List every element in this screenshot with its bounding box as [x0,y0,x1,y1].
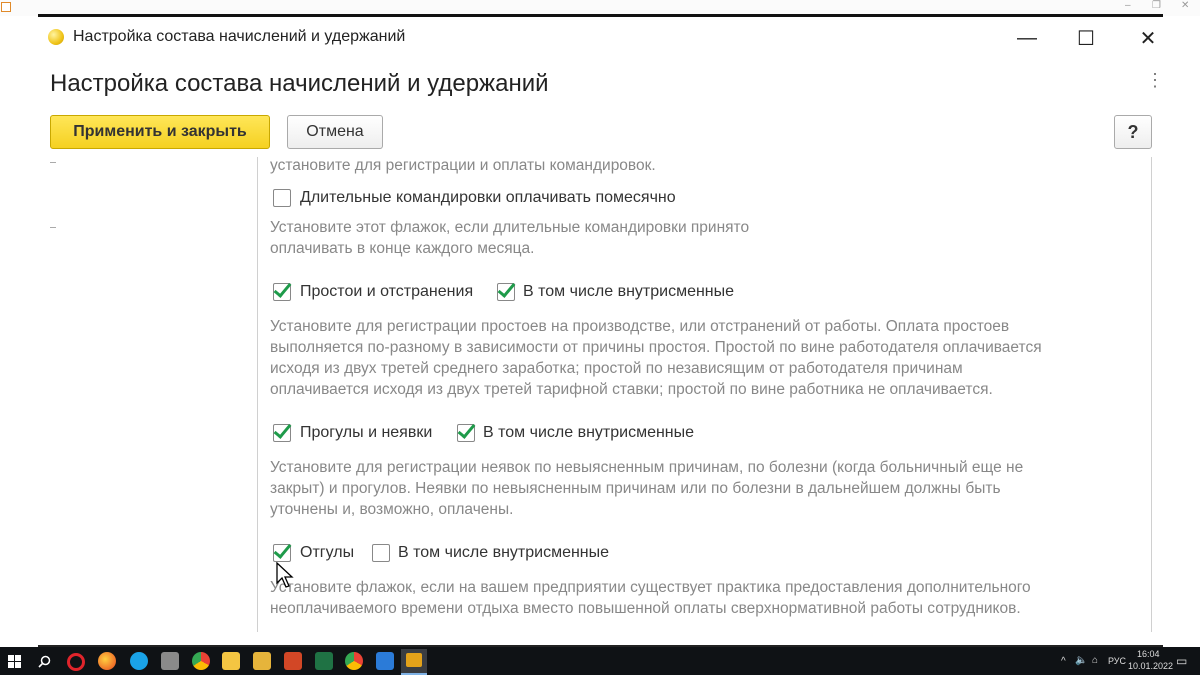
outer-restore-icon[interactable]: ❐ [1152,0,1161,11]
1c-logo-icon [48,29,64,45]
absences-description-line: уточнены и, возможно, оплачены. [270,501,514,518]
powerpoint-icon[interactable] [284,652,302,670]
form-title: Настройка состава начислений и удержаний [50,70,549,97]
downtime-intrashift-label[interactable]: В том числе внутрисменные [523,283,734,301]
network-icon[interactable]: ⌂ [1092,655,1098,666]
long-trips-description-line: Установите этот флажок, если длительные … [270,219,750,236]
mouse-cursor-icon [276,562,294,588]
notifications-icon[interactable]: ▭ [1176,654,1187,668]
folder-icon[interactable] [253,652,271,670]
panel-divider-left [257,157,258,632]
cancel-button[interactable]: Отмена [287,115,383,149]
apply-and-close-button[interactable]: Применить и закрыть [50,115,270,149]
downtime-description-line: выполняется по-разному в зависимости от … [270,339,1042,356]
more-menu-icon[interactable]: ⋮ [1146,71,1164,96]
nav-marker [50,227,56,228]
time-off-checkbox[interactable] [273,544,291,562]
chrome-icon[interactable] [192,652,210,670]
windows-taskbar: ^ 🔈 ⌂ РУС 16:04 10.01.2022 ▭ [0,647,1200,675]
long-trips-description-line: оплачивать в конце каждого месяца. [270,240,535,257]
absences-label[interactable]: Прогулы и неявки [300,424,432,442]
downtime-label[interactable]: Простои и отстранения [300,283,473,301]
downtime-checkbox[interactable] [273,283,291,301]
downtime-description-line: исходя из двух третей среднего заработка… [270,360,963,377]
downtime-intrashift-checkbox[interactable] [497,283,515,301]
app-icon-blue[interactable] [376,652,394,670]
clock-time[interactable]: 16:04 [1137,649,1160,659]
absences-intrashift-label[interactable]: В том числе внутрисменные [483,424,694,442]
absences-checkbox[interactable] [273,424,291,442]
time-off-label[interactable]: Отгулы [300,544,354,562]
chrome-icon-2[interactable] [345,652,363,670]
downtime-description-line: оплачивается исходя из двух третей тариф… [270,381,993,398]
tray-chevron-icon[interactable]: ^ [1061,656,1066,667]
time-off-description-line: Установите флажок, если на вашем предпри… [270,579,1031,596]
window-title: Настройка состава начислений и удержаний [73,28,406,45]
minimize-button[interactable]: — [1007,23,1047,53]
maximize-button[interactable]: ☐ [1066,23,1106,53]
scrollbar-track[interactable] [1151,157,1152,632]
volume-icon[interactable]: 🔈 [1075,655,1087,666]
time-off-intrashift-label[interactable]: В том числе внутрисменные [398,544,609,562]
downtime-description-line: Установите для регистрации простоев на п… [270,318,1010,335]
windows-start-icon[interactable] [8,655,21,668]
search-icon[interactable] [38,655,51,668]
window-titlebar: Настройка состава начислений и удержаний… [38,17,1163,59]
app-icon-gray[interactable] [161,652,179,670]
nav-marker [50,162,56,163]
absences-description-line: закрыт) и прогулов. Неявки по невыясненн… [270,480,1001,497]
close-button[interactable]: ✕ [1128,23,1168,53]
long-trips-label[interactable]: Длительные командировки оплачивать помес… [300,189,676,207]
time-off-description-line: неоплачиваемого времени отдыха вместо по… [270,600,1021,617]
help-button[interactable]: ? [1114,115,1152,149]
file-explorer-icon[interactable] [222,652,240,670]
language-indicator[interactable]: РУС [1108,656,1126,666]
excel-icon[interactable] [315,652,333,670]
cut-off-description: установите для регистрации и оплаты кома… [270,157,656,174]
absences-intrashift-checkbox[interactable] [457,424,475,442]
outer-minimize-icon[interactable]: – [1125,0,1131,11]
absences-description-line: Установите для регистрации неявок по нев… [270,459,1024,476]
left-margin [0,16,38,647]
opera-icon[interactable] [67,653,85,671]
app-icon [1,2,11,12]
time-off-intrashift-checkbox[interactable] [372,544,390,562]
right-margin [1163,16,1200,647]
skype-icon[interactable] [130,652,148,670]
active-video-app-icon[interactable] [401,649,427,675]
clock-date[interactable]: 10.01.2022 [1128,661,1173,671]
long-trips-checkbox[interactable] [273,189,291,207]
firefox-icon[interactable] [98,652,116,670]
settings-content[interactable]: установите для регистрации и оплаты кома… [38,157,1163,632]
outer-close-icon[interactable]: ✕ [1181,0,1189,11]
